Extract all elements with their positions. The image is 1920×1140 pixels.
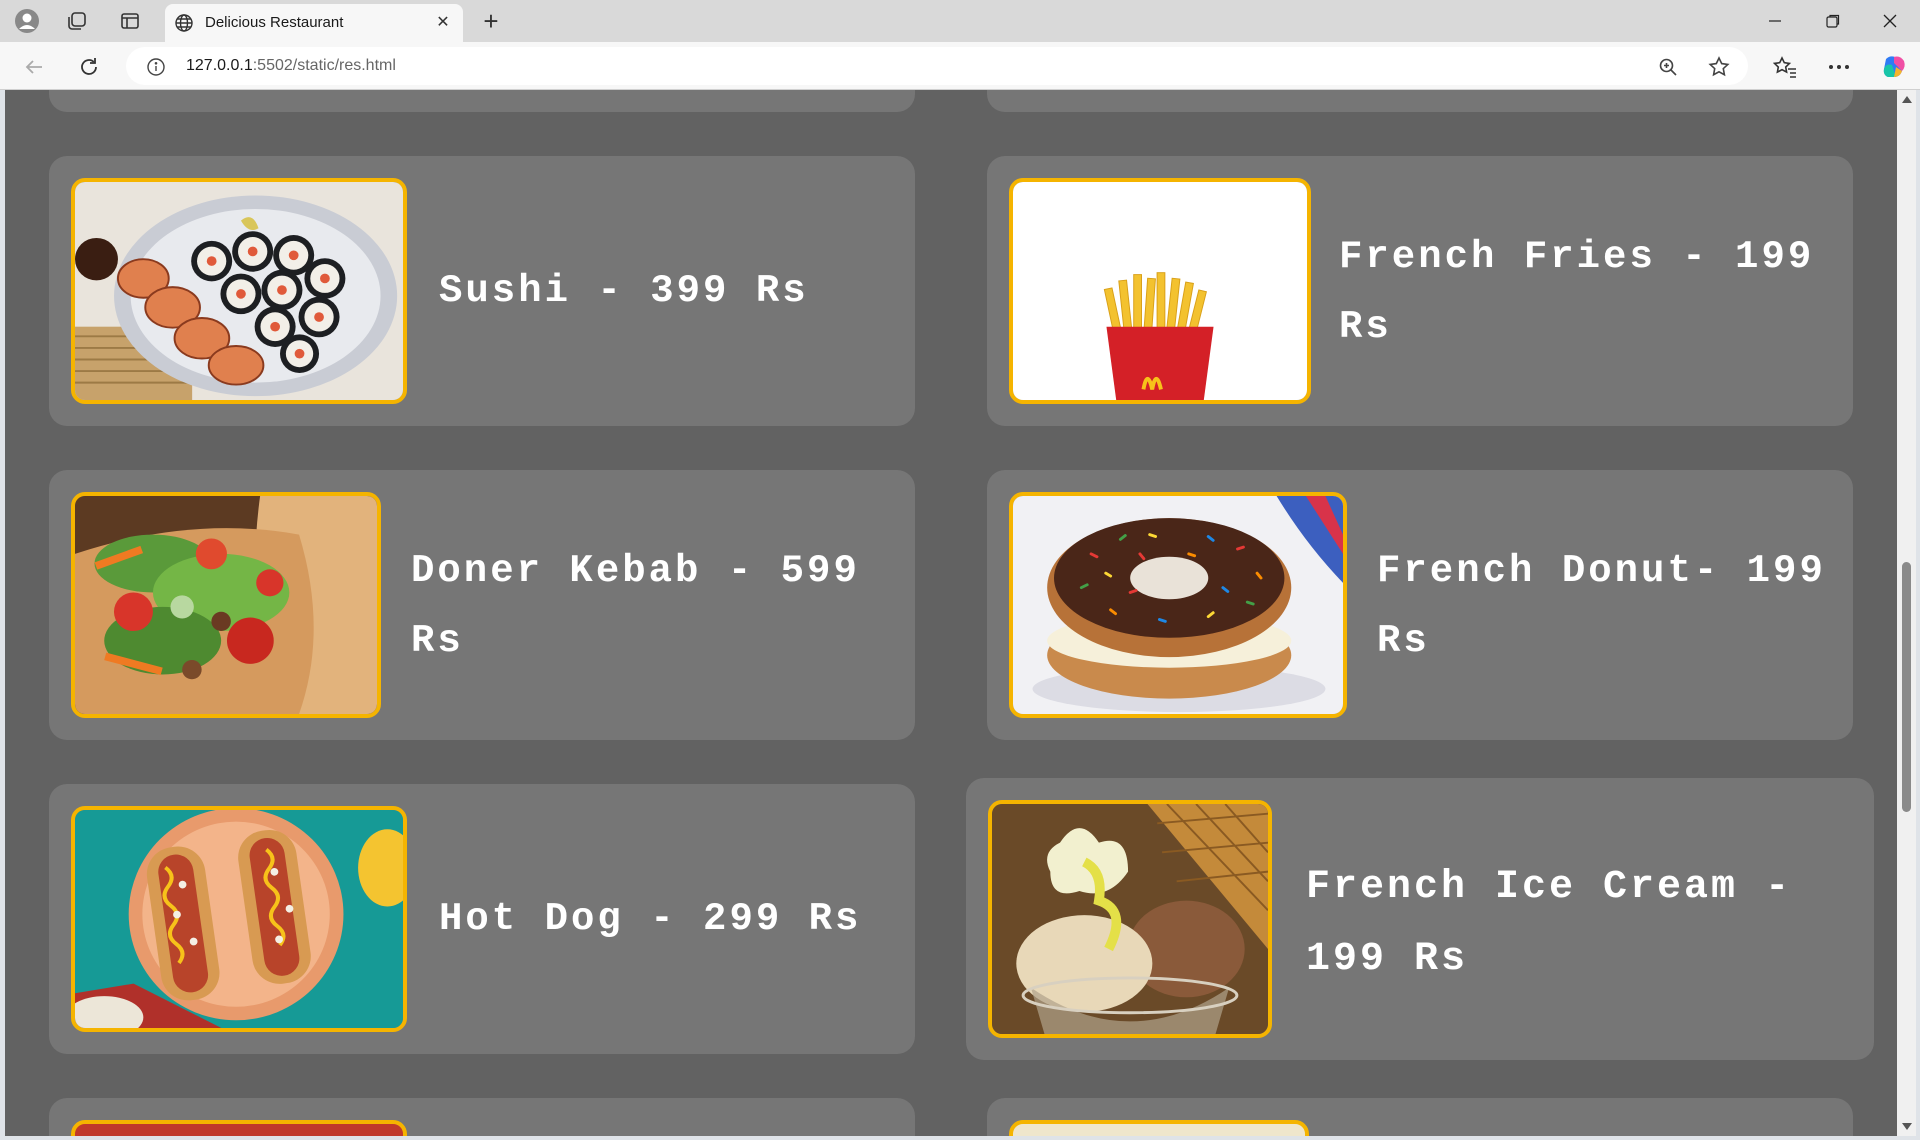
menu-item-text: French Fries - 199 Rs xyxy=(1339,235,1815,349)
menu-card-french-ice-cream[interactable]: French Ice Cream - 199 Rs xyxy=(966,778,1874,1060)
page-scrollbar[interactable] xyxy=(1897,90,1916,1136)
zoom-icon[interactable] xyxy=(1655,54,1681,80)
site-info-icon[interactable] xyxy=(143,54,169,80)
address-toolbar: 127.0.0.1:5502/static/res.html xyxy=(0,42,1920,90)
ice-cream-sundae-image xyxy=(988,800,1272,1038)
doner-kebab-image xyxy=(71,492,381,718)
food-image-partial xyxy=(1009,1120,1309,1136)
sprinkled-donut-image xyxy=(1009,492,1347,718)
address-field[interactable]: 127.0.0.1:5502/static/res.html xyxy=(126,47,1748,85)
menu-card-partial-bottom-right xyxy=(987,1098,1853,1136)
menu-item-text: Hot Dog - 299 Rs xyxy=(439,897,862,941)
close-tab-icon[interactable]: ✕ xyxy=(432,11,454,33)
menu-card-partial-bottom-left xyxy=(49,1098,915,1136)
hot-dogs-image xyxy=(71,806,407,1032)
reload-icon[interactable] xyxy=(73,51,105,83)
url-text: 127.0.0.1:5502/static/res.html xyxy=(186,57,396,74)
close-window-icon[interactable] xyxy=(1867,6,1913,36)
menu-item-text: French Ice Cream - 199 Rs xyxy=(1306,865,1793,982)
menu-item-text: French Donut- 199 Rs xyxy=(1377,549,1826,663)
globe-icon xyxy=(175,14,193,32)
menu-item-text: Doner Kebab - 599 Rs xyxy=(411,549,860,663)
copilot-icon[interactable] xyxy=(1878,51,1910,83)
tab-strip: Delicious Restaurant ✕ + xyxy=(0,0,1920,42)
profile-icon[interactable] xyxy=(12,6,42,36)
menu-card-french-donut[interactable]: French Donut- 199 Rs xyxy=(987,470,1853,740)
restore-icon[interactable] xyxy=(1810,6,1856,36)
page-content: Sushi - 399 Rs French Fries - 199 Rs Don… xyxy=(5,90,1897,1136)
tab-title: Delicious Restaurant xyxy=(205,14,344,31)
food-image-partial xyxy=(71,1120,407,1136)
scroll-up-arrow-icon[interactable] xyxy=(1902,96,1912,103)
menu-card-doner-kebab[interactable]: Doner Kebab - 599 Rs xyxy=(49,470,915,740)
favorite-star-icon[interactable] xyxy=(1706,54,1732,80)
menu-card-hot-dog[interactable]: Hot Dog - 299 Rs xyxy=(49,784,915,1054)
menu-card-french-fries[interactable]: French Fries - 199 Rs xyxy=(987,156,1853,426)
menu-card-partial-top-right xyxy=(987,90,1853,112)
menu-item-text: Sushi - 399 Rs xyxy=(439,269,809,313)
back-icon[interactable] xyxy=(18,51,50,83)
scrollbar-thumb[interactable] xyxy=(1902,562,1911,812)
tab-actions-icon[interactable] xyxy=(115,6,145,36)
sushi-image xyxy=(71,178,407,404)
more-options-icon[interactable] xyxy=(1823,51,1855,83)
scroll-down-arrow-icon[interactable] xyxy=(1902,1123,1912,1130)
menu-card-partial-top-left xyxy=(49,90,915,112)
french-fries-image xyxy=(1009,178,1311,404)
favorites-list-icon[interactable] xyxy=(1769,51,1801,83)
active-tab[interactable]: Delicious Restaurant ✕ xyxy=(165,4,463,42)
new-tab-icon[interactable]: + xyxy=(476,6,506,36)
minimize-icon[interactable] xyxy=(1752,6,1798,36)
workspaces-icon[interactable] xyxy=(62,6,92,36)
menu-card-sushi[interactable]: Sushi - 399 Rs xyxy=(49,156,915,426)
